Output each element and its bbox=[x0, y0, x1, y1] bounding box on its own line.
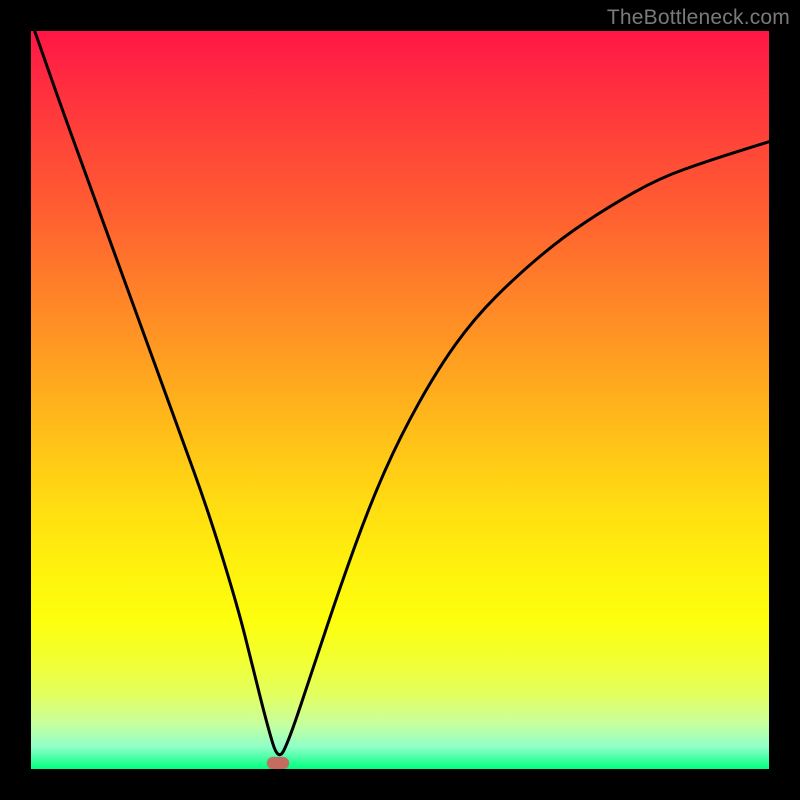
optimum-marker bbox=[267, 757, 289, 769]
bottleneck-curve bbox=[31, 31, 769, 769]
chart-frame: TheBottleneck.com bbox=[0, 0, 800, 800]
plot-area bbox=[31, 31, 769, 769]
watermark-text: TheBottleneck.com bbox=[607, 6, 790, 30]
